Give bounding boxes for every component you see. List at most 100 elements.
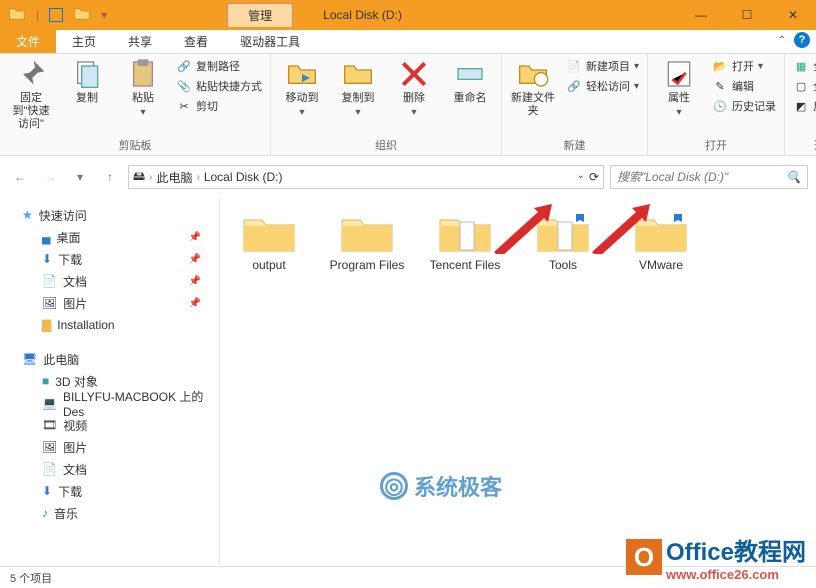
up-button[interactable]: ↑ [98, 165, 122, 189]
nav-downloads[interactable]: ⬇下载📌 [0, 248, 219, 270]
nav-videos[interactable]: 🎞视频 [0, 414, 219, 436]
folder-program-files[interactable]: Program Files [328, 212, 406, 272]
music-icon: ♪ [42, 506, 48, 520]
new-folder-button[interactable]: 新建文件夹 [510, 58, 556, 118]
path-dropdown-icon[interactable]: ⌄ [577, 170, 585, 184]
address-bar: ← → ▾ ↑ 🖴 › 此电脑 › Local Disk (D:) ⌄⟳ 🔍 [8, 162, 808, 192]
folder-tools[interactable]: Tools [524, 212, 602, 272]
pin-icon [15, 58, 47, 90]
recent-button[interactable]: ▾ [68, 165, 92, 189]
history-icon: 🕓 [712, 98, 728, 114]
nav-installation[interactable]: ▇Installation [0, 314, 219, 336]
nav-pictures[interactable]: 🖼图片📌 [0, 292, 219, 314]
folder-icon [8, 5, 26, 26]
brand-logo-icon: O [626, 539, 662, 575]
video-icon: 🎞 [42, 418, 57, 432]
search-icon[interactable]: 🔍 [786, 170, 801, 184]
qat-dropdown[interactable]: ▾ [101, 8, 107, 22]
divider-icon: | [36, 8, 39, 22]
minimize-button[interactable]: — [678, 0, 724, 30]
drive-icon: 🖴 [133, 167, 145, 188]
properties-icon [663, 58, 695, 90]
picture-icon: 🖼 [42, 440, 57, 454]
nav-this-pc[interactable]: 🖥此电脑 [0, 348, 219, 370]
new-item-button[interactable]: 📄新建项目▾ [566, 58, 639, 74]
cut-button[interactable]: ✂剪切 [176, 98, 262, 114]
download-icon: ⬇ [42, 484, 52, 498]
select-none-button[interactable]: ▢全部取消 [793, 78, 816, 94]
titlebar: | ▾ 管理 Local Disk (D:) — ☐ ✕ [0, 0, 816, 30]
checkbox-icon[interactable] [49, 8, 63, 22]
refresh-icon[interactable]: ⟳ [589, 170, 599, 184]
tab-file[interactable]: 文件 [0, 30, 56, 53]
nav-documents[interactable]: 📄文档📌 [0, 270, 219, 292]
invert-selection-button[interactable]: ◩反向选择 [793, 98, 816, 114]
nav-desktop[interactable]: ▄桌面📌 [0, 226, 219, 248]
help-icon[interactable]: ? [794, 32, 810, 48]
maximize-button[interactable]: ☐ [724, 0, 770, 30]
nav-quick-access[interactable]: ★快速访问 [0, 204, 219, 226]
copy-to-icon [342, 58, 374, 90]
close-button[interactable]: ✕ [770, 0, 816, 30]
rename-icon [454, 58, 486, 90]
move-to-button[interactable]: 移动到▾ [279, 58, 325, 119]
properties-button[interactable]: 属性▾ [656, 58, 702, 119]
collapse-ribbon-icon[interactable]: ⌃ [778, 35, 786, 46]
copy-button[interactable]: 复制 [64, 58, 110, 105]
rename-button[interactable]: 重命名 [447, 58, 493, 105]
nav-pictures2[interactable]: 🖼图片 [0, 436, 219, 458]
group-organize-label: 组织 [375, 135, 397, 153]
nav-downloads2[interactable]: ⬇下载 [0, 480, 219, 502]
nav-documents2[interactable]: 📄文档 [0, 458, 219, 480]
tab-share[interactable]: 共享 [112, 30, 168, 53]
content-area[interactable]: output Program Files Tencent Files Tools… [220, 198, 816, 566]
search-box[interactable]: 🔍 [610, 165, 808, 189]
select-all-button[interactable]: ▦全部选择 [793, 58, 816, 74]
search-input[interactable] [617, 170, 786, 184]
breadcrumb-thispc[interactable]: 此电脑 [156, 169, 192, 186]
explorer-small-icon [73, 5, 91, 26]
nav-music[interactable]: ♪音乐 [0, 502, 219, 524]
tab-view[interactable]: 查看 [168, 30, 224, 53]
path-icon: 🔗 [176, 58, 192, 74]
paste-shortcut-button[interactable]: 📎粘贴快捷方式 [176, 78, 262, 94]
folder-tencent-files[interactable]: Tencent Files [426, 212, 504, 272]
group-clipboard-label: 剪贴板 [119, 135, 152, 153]
copy-to-button[interactable]: 复制到▾ [335, 58, 381, 119]
group-open: 属性▾ 📂打开▾ ✎编辑 🕓历史记录 打开 [648, 54, 785, 155]
folder-vmware[interactable]: VMware [622, 212, 700, 272]
watermark: ◎ 系统极客 [380, 470, 502, 502]
tab-drive-tools[interactable]: 驱动器工具 [224, 30, 316, 53]
new-folder-icon [517, 58, 549, 90]
paste-button[interactable]: 粘贴▾ [120, 58, 166, 119]
pin-quick-access-button[interactable]: 固定到"快速访问" [8, 58, 54, 132]
breadcrumb-drive[interactable]: Local Disk (D:) [204, 170, 283, 184]
paste-icon [127, 58, 159, 90]
group-open-label: 打开 [705, 135, 727, 153]
back-button[interactable]: ← [8, 165, 32, 189]
nav-macbook[interactable]: 💻BILLYFU-MACBOOK 上的 Des [0, 392, 219, 414]
select-all-icon: ▦ [793, 58, 809, 74]
item-count: 5 个项目 [10, 570, 52, 586]
tab-home[interactable]: 主页 [56, 30, 112, 53]
delete-button[interactable]: 删除▾ [391, 58, 437, 119]
history-button[interactable]: 🕓历史记录 [712, 98, 776, 114]
new-item-icon: 📄 [566, 58, 582, 74]
picture-icon: 🖼 [42, 296, 57, 310]
folder-label: output [252, 258, 285, 272]
edit-button[interactable]: ✎编辑 [712, 78, 776, 94]
forward-button[interactable]: → [38, 165, 62, 189]
contextual-tab-manage[interactable]: 管理 [227, 3, 293, 27]
easy-access-button[interactable]: 🔗轻松访问▾ [566, 78, 639, 94]
folder-label: Tencent Files [430, 258, 501, 272]
breadcrumb[interactable]: 🖴 › 此电脑 › Local Disk (D:) ⌄⟳ [128, 165, 604, 189]
select-none-icon: ▢ [793, 78, 809, 94]
ribbon: 固定到"快速访问" 复制 粘贴▾ 🔗复制路径 📎粘贴快捷方式 ✂剪切 剪贴板 移… [0, 54, 816, 156]
pin-icon: 📌 [189, 298, 201, 309]
folder-label: Program Files [330, 258, 405, 272]
copy-path-button[interactable]: 🔗复制路径 [176, 58, 262, 74]
open-button[interactable]: 📂打开▾ [712, 58, 776, 74]
folder-output[interactable]: output [230, 212, 308, 272]
folder-icon [438, 212, 492, 254]
group-new-label: 新建 [564, 135, 586, 153]
